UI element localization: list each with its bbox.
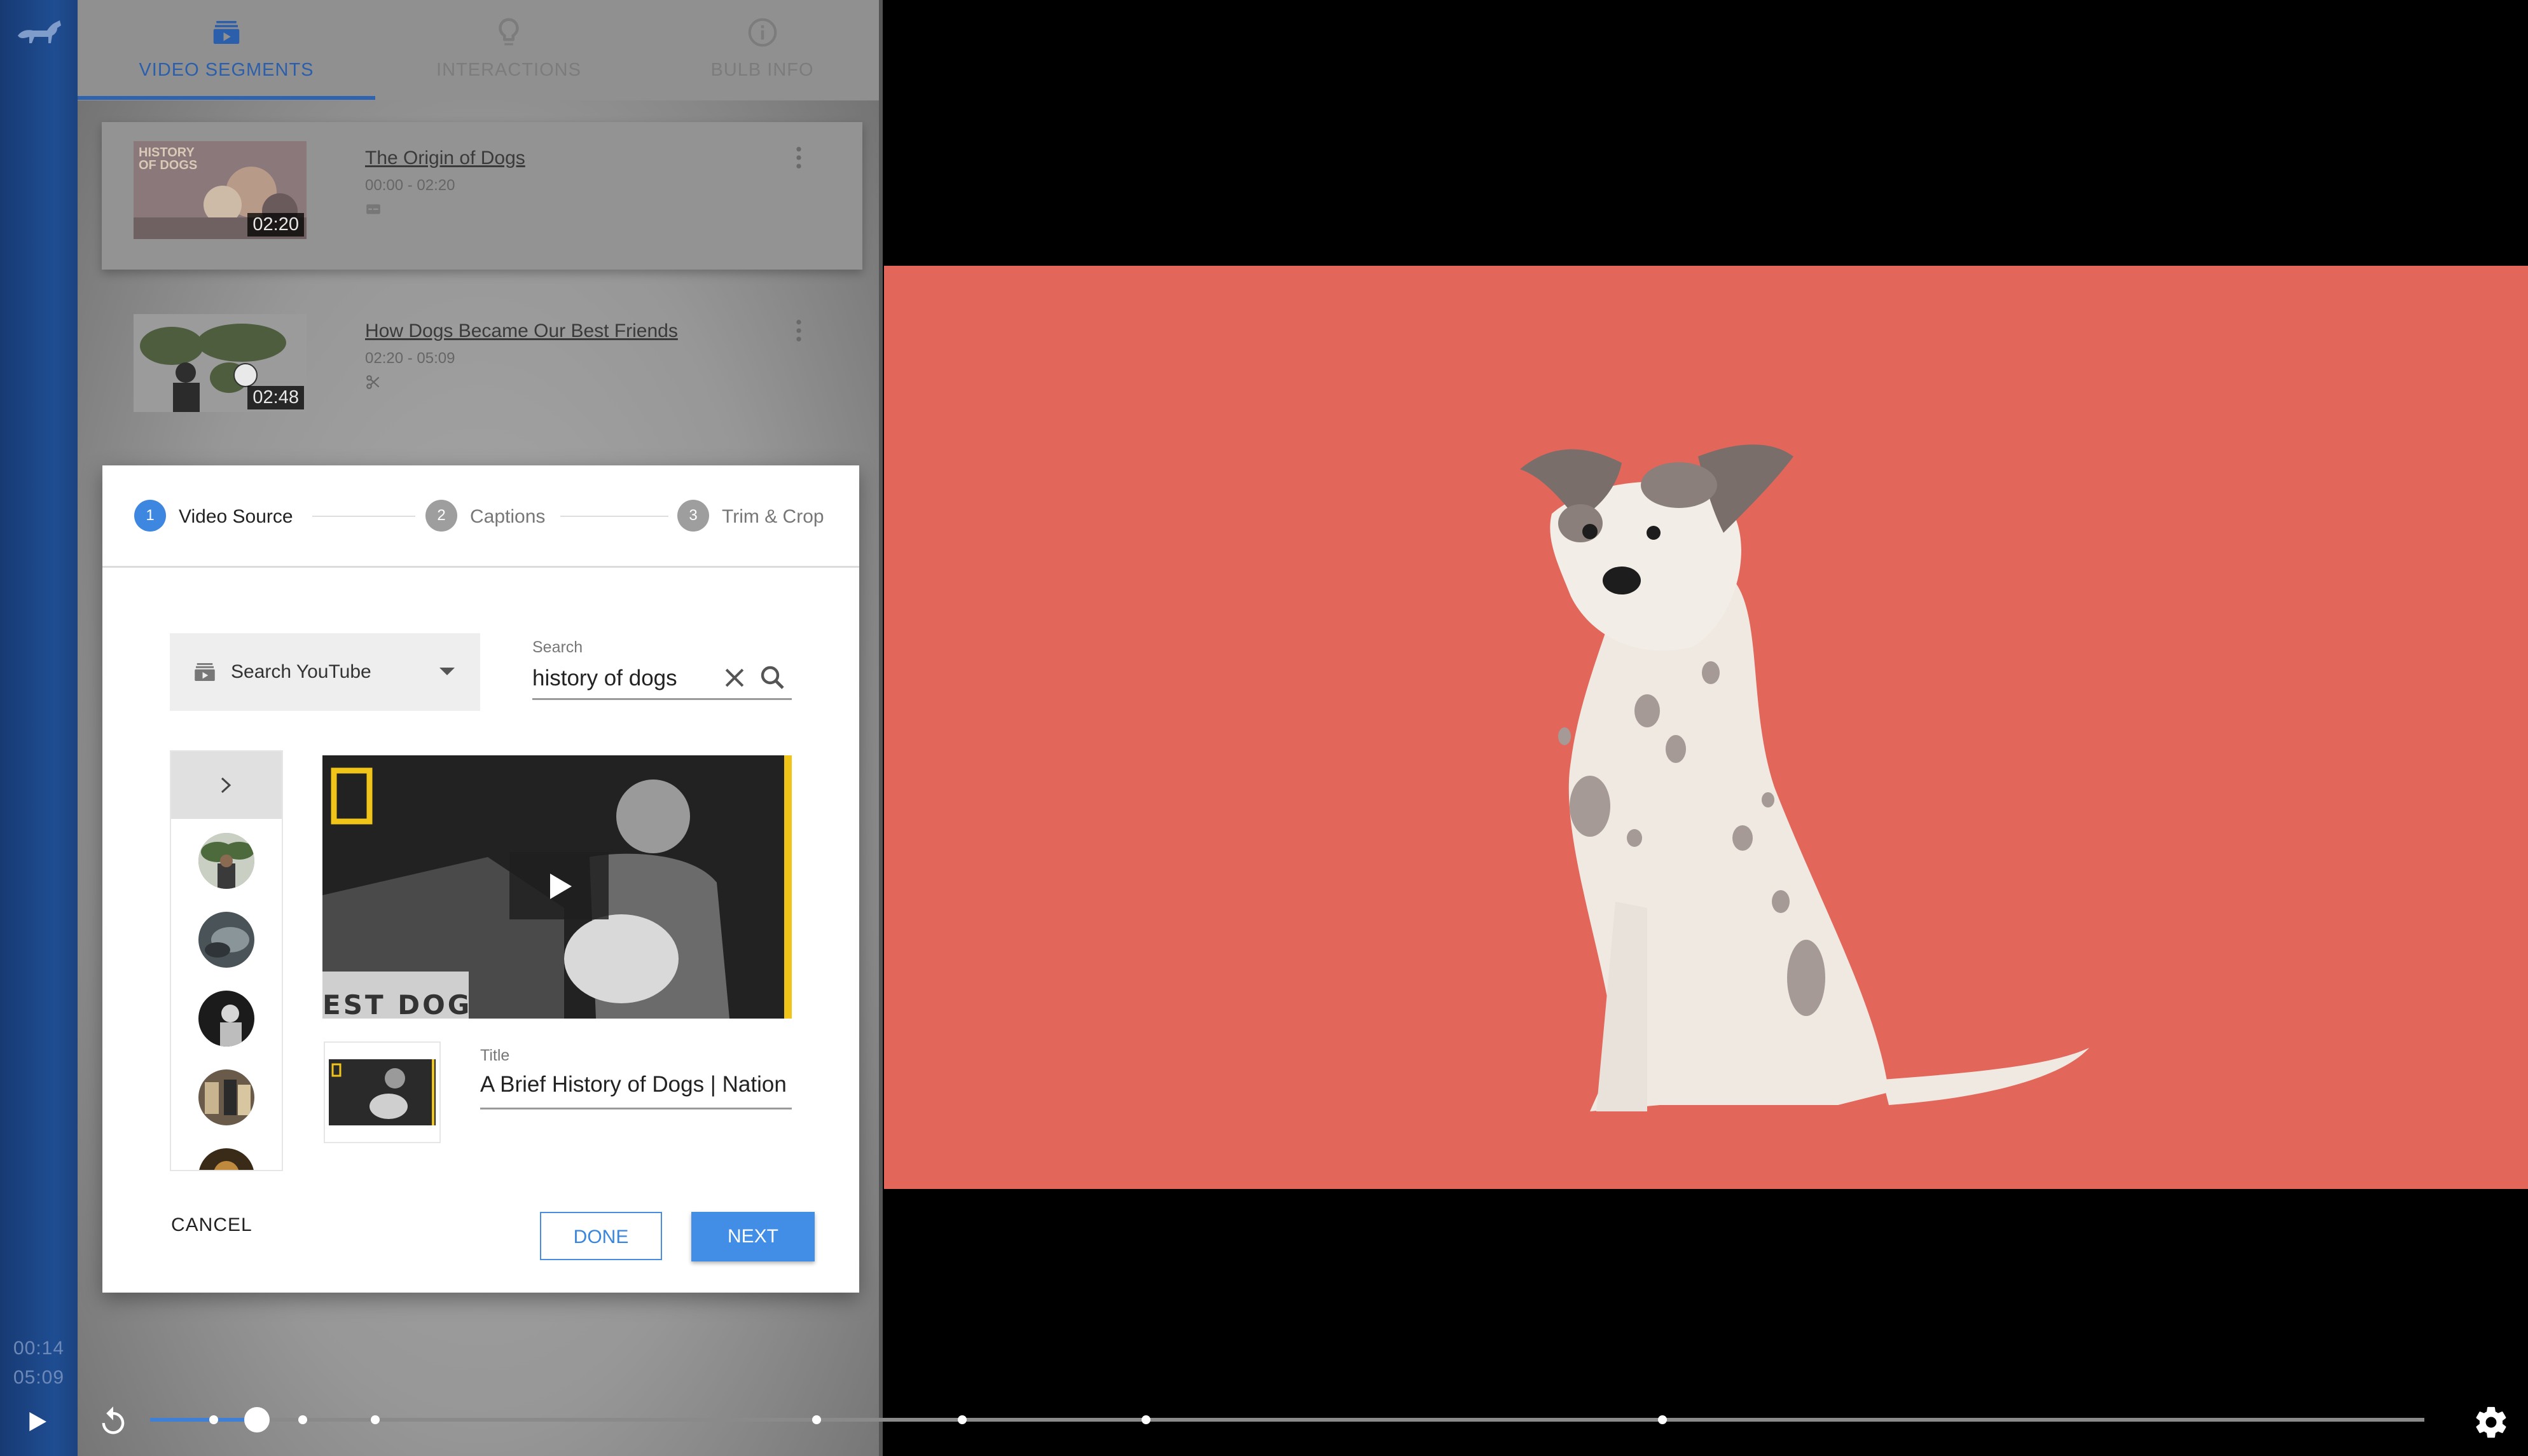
- add-segment-dialog: 1 Video Source 2 Captions 3 Trim & Crop …: [102, 465, 859, 1293]
- video-source-label: Search YouTube: [231, 661, 371, 682]
- segment-marker[interactable]: [298, 1415, 307, 1424]
- play-icon: [550, 874, 572, 899]
- tab-video-segments[interactable]: VIDEO SEGMENTS: [78, 0, 375, 100]
- total-time: 05:09: [13, 1367, 65, 1388]
- step-label: Captions: [470, 506, 546, 527]
- gear-icon[interactable]: [2473, 1404, 2510, 1441]
- selected-video-thumbnail: [324, 1041, 441, 1143]
- step-connector: [312, 516, 415, 517]
- search-input[interactable]: [532, 663, 717, 694]
- search-caption: Search: [532, 638, 583, 656]
- lightbulb-icon: [499, 18, 519, 46]
- left-rail: 00:14 05:09: [0, 0, 78, 1456]
- search-result-thumbnail[interactable]: [198, 991, 254, 1047]
- chevron-right-icon: [221, 777, 231, 793]
- segment-card[interactable]: HISTORY OF DOGS 02:20 The Origin of Dogs…: [102, 122, 862, 270]
- panel-divider[interactable]: [879, 0, 883, 1456]
- segment-time-range: 00:00 - 02:20: [365, 177, 455, 194]
- play-icon[interactable]: [24, 1409, 50, 1434]
- replay-icon[interactable]: [97, 1405, 130, 1438]
- tab-label: INTERACTIONS: [436, 60, 581, 80]
- segment-marker[interactable]: [371, 1415, 380, 1424]
- segment-thumbnail: HISTORY OF DOGS 02:20: [134, 141, 307, 239]
- expand-results-button[interactable]: [171, 752, 282, 819]
- search-icon[interactable]: [757, 663, 788, 693]
- next-button[interactable]: NEXT: [691, 1212, 815, 1261]
- search-results-rail: [170, 750, 283, 1171]
- video-player[interactable]: [884, 0, 2528, 1456]
- video-frame: [884, 266, 2528, 1189]
- step-connector: [560, 516, 668, 517]
- segment-marker[interactable]: [1658, 1415, 1668, 1424]
- tab-bar: VIDEO SEGMENTS INTERACTIONS BULB INFO: [78, 0, 882, 100]
- more-vert-icon[interactable]: [794, 145, 804, 170]
- chevron-down-icon: [439, 668, 455, 675]
- done-button[interactable]: DONE: [540, 1212, 662, 1260]
- segment-marker[interactable]: [209, 1415, 219, 1424]
- segment-marker[interactable]: [812, 1415, 821, 1424]
- title-caption: Title: [480, 1047, 510, 1064]
- step-label: Trim & Crop: [722, 506, 824, 527]
- title-field[interactable]: A Brief History of Dogs | Nation: [480, 1072, 792, 1097]
- tab-bulb-info[interactable]: BULB INFO: [642, 0, 882, 100]
- step-number: 1: [134, 500, 166, 532]
- cancel-button[interactable]: CANCEL: [171, 1214, 252, 1236]
- title-underline: [480, 1108, 792, 1109]
- progress-fill: [150, 1418, 258, 1422]
- playback-controls: [0, 1386, 2528, 1456]
- dog-logo-icon: [18, 20, 61, 43]
- segment-thumbnail: 02:48: [134, 314, 307, 412]
- tab-interactions[interactable]: INTERACTIONS: [375, 0, 642, 100]
- play-button[interactable]: [509, 852, 609, 919]
- segment-title[interactable]: The Origin of Dogs: [365, 148, 525, 169]
- search-result-thumbnail[interactable]: [198, 1069, 254, 1125]
- more-vert-icon[interactable]: [794, 318, 804, 343]
- segment-title[interactable]: How Dogs Became Our Best Friends: [365, 320, 678, 342]
- subscriptions-icon: [195, 663, 215, 681]
- current-time: 00:14: [13, 1338, 65, 1359]
- info-icon: [748, 18, 777, 47]
- thumbnail-caption: HISTORY OF DOGS: [139, 146, 198, 172]
- video-source-select[interactable]: Search YouTube: [170, 633, 480, 711]
- segment-time-range: 02:20 - 05:09: [365, 350, 455, 367]
- subscriptions-icon: [213, 21, 240, 44]
- preview-sign-text: EST DOG: [322, 989, 473, 1019]
- step-number: 3: [677, 500, 709, 532]
- captions-icon: [366, 204, 380, 214]
- close-icon[interactable]: [721, 664, 749, 692]
- active-tab-indicator: [78, 96, 375, 100]
- segment-marker[interactable]: [1142, 1415, 1151, 1424]
- segment-duration: 02:20: [247, 213, 304, 237]
- tab-label: BULB INFO: [710, 60, 814, 80]
- tab-label: VIDEO SEGMENTS: [139, 60, 314, 80]
- search-result-thumbnail[interactable]: [198, 912, 254, 968]
- scrubber-knob[interactable]: [244, 1407, 270, 1432]
- step-label: Video Source: [179, 506, 293, 527]
- segment-card[interactable]: 02:48 How Dogs Became Our Best Friends 0…: [102, 295, 862, 443]
- step-number: 2: [425, 500, 457, 532]
- stepper: 1 Video Source 2 Captions 3 Trim & Crop: [102, 465, 859, 568]
- dog-illustration: [1520, 444, 2089, 1111]
- progress-track[interactable]: [150, 1418, 2424, 1422]
- search-result-thumbnail[interactable]: [198, 1148, 254, 1170]
- segment-marker[interactable]: [957, 1415, 967, 1424]
- search-result-thumbnail[interactable]: [198, 833, 254, 889]
- segment-duration: 02:48: [247, 386, 304, 409]
- scissors-icon: [366, 375, 380, 389]
- video-preview[interactable]: EST DOG: [322, 755, 792, 1019]
- search-underline: [532, 698, 792, 700]
